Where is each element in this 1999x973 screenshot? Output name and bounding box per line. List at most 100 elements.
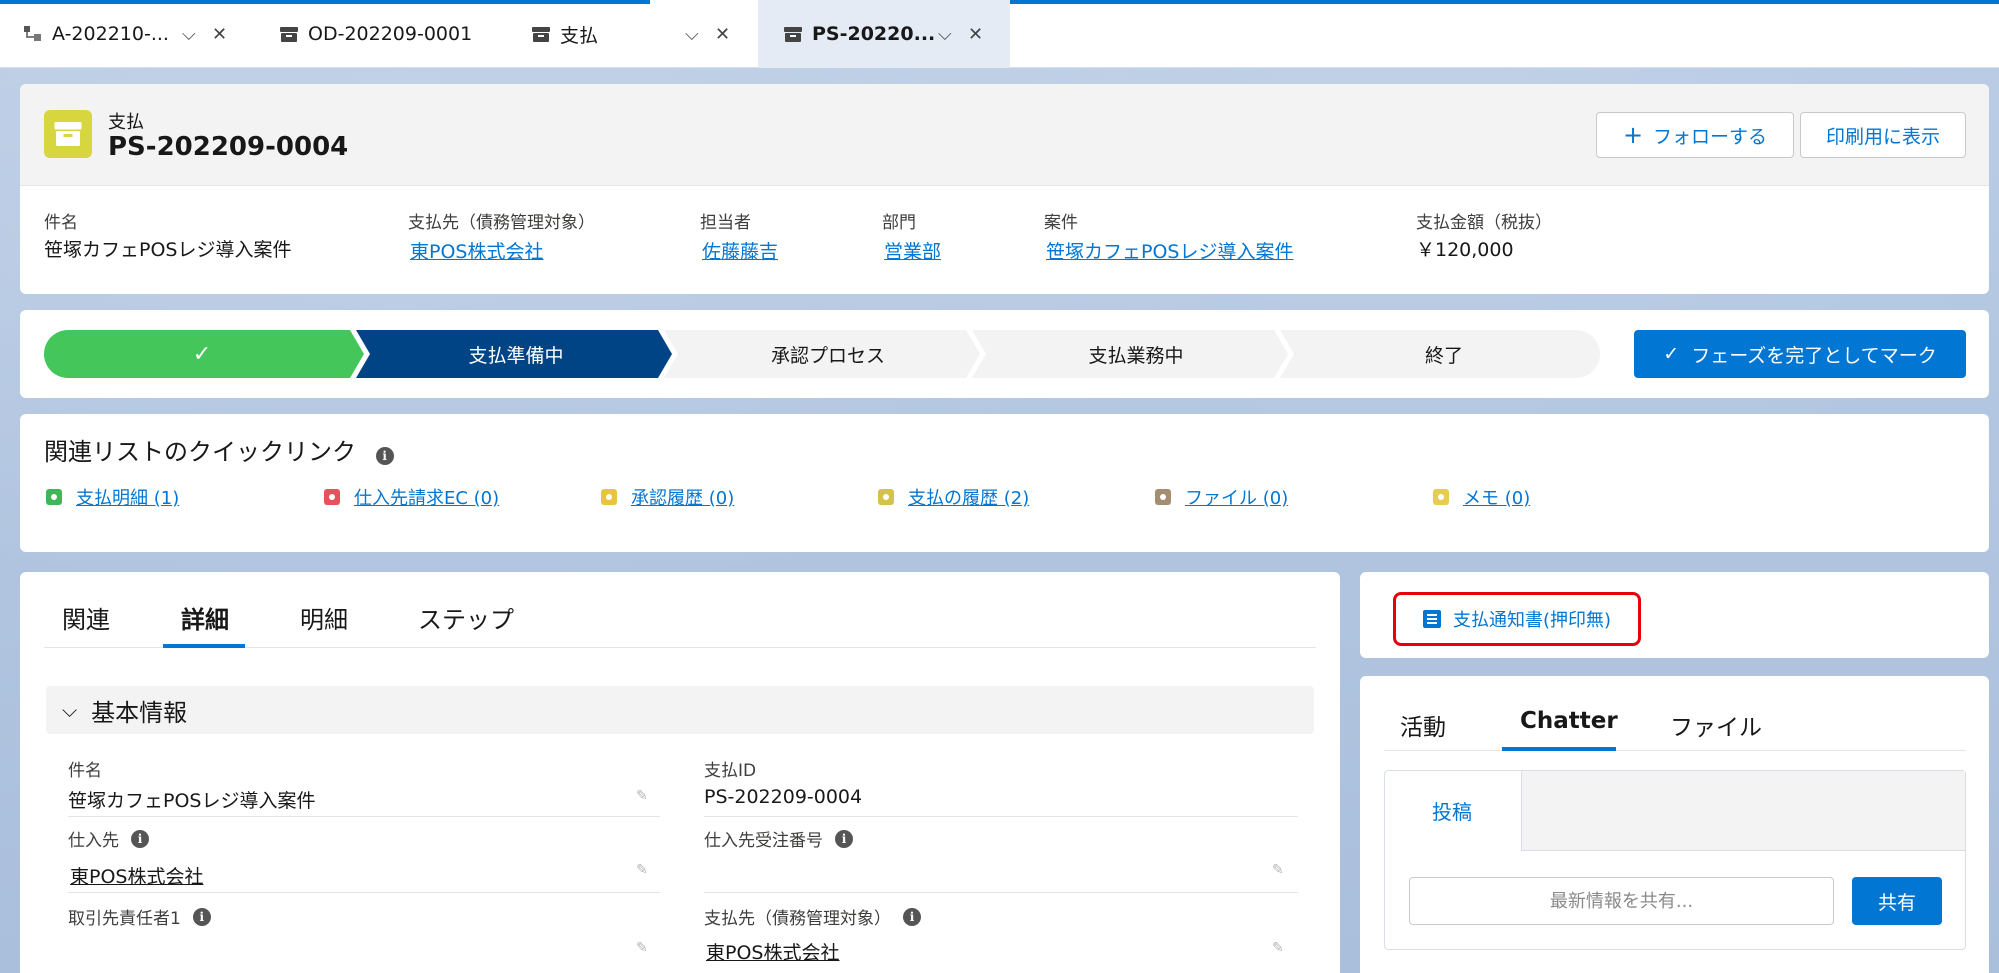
payee-link[interactable]: 東POS株式会社 — [410, 237, 543, 264]
field-label-text: 仕入先 — [68, 831, 119, 851]
field-label-text: 取引先責任者1 — [68, 909, 181, 929]
tab-payment[interactable]: 支払 ⌵ ✕ — [530, 0, 745, 68]
supplier-link[interactable]: 東POS株式会社 — [70, 862, 203, 889]
quick-link-notes[interactable]: メモ (0) — [1433, 484, 1530, 510]
edit-pencil-icon[interactable]: ✎ — [1272, 940, 1284, 956]
field-label: 件名 — [68, 761, 102, 781]
path-step-complete[interactable]: ✓ — [44, 330, 360, 378]
info-icon[interactable]: i — [375, 447, 394, 465]
info-icon[interactable]: i — [131, 829, 149, 848]
close-icon[interactable]: ✕ — [968, 24, 983, 45]
path-step[interactable]: 承認プロセス — [672, 330, 984, 378]
payment-notice-button[interactable]: 支払通知書(押印無) — [1393, 592, 1641, 646]
archive-icon — [878, 489, 894, 505]
tab-a-202210[interactable]: A-202210-... ⌵ ✕ — [22, 0, 252, 68]
tab-label: A-202210-... — [52, 23, 169, 45]
object-type-label: 支払 — [108, 112, 144, 133]
quick-link-files[interactable]: ファイル (0) — [1155, 484, 1288, 510]
quick-links-title-text: 関連リストのクイックリンク — [44, 438, 356, 466]
quick-link-label: 承認履歴 (0) — [631, 488, 735, 509]
workspace-tab-bar: A-202210-... ⌵ ✕ OD-202209-0001 支払 ⌵ ✕ P… — [0, 0, 1999, 68]
publisher-tab-strip — [1521, 771, 1965, 851]
path-step-current[interactable]: 支払準備中 — [360, 330, 672, 378]
highlight-label: 部門 — [882, 213, 916, 233]
chevron-down-icon: ⌵ — [62, 698, 78, 722]
payee-link[interactable]: 東POS株式会社 — [706, 938, 839, 965]
highlight-label: 支払金額（税抜） — [1416, 213, 1552, 233]
chevron-down-icon[interactable]: ⌵ — [938, 24, 952, 45]
quick-link-payment-history[interactable]: 支払の履歴 (2) — [878, 484, 1029, 510]
section-basic-info[interactable]: ⌵ 基本情報 — [46, 686, 1314, 734]
active-tab-indicator — [1502, 747, 1616, 751]
print-label: 印刷用に表示 — [1825, 125, 1940, 148]
info-icon[interactable]: i — [192, 907, 211, 926]
tab-od-202209-0001[interactable]: OD-202209-0001 — [278, 0, 518, 68]
tab-chatter[interactable]: Chatter — [1520, 708, 1618, 734]
edit-pencil-icon[interactable]: ✎ — [636, 940, 648, 956]
edit-pencil-icon[interactable]: ✎ — [636, 862, 648, 878]
active-tab-indicator — [163, 644, 245, 648]
field-divider — [704, 816, 1298, 817]
check-icon: ✓ — [1663, 343, 1680, 365]
document-icon — [1422, 610, 1441, 628]
tab-activity[interactable]: 活動 — [1400, 708, 1446, 742]
tab-related[interactable]: 関連 — [62, 600, 110, 635]
tab-divider — [1384, 750, 1966, 751]
field-label: 仕入先受注番号 i — [704, 826, 853, 851]
follow-label: フォローする — [1653, 125, 1768, 148]
opportunity-link[interactable]: 笹塚カフェPOSレジ導入案件 — [1046, 237, 1293, 264]
note-icon — [1433, 489, 1449, 505]
field-label: 仕入先 i — [68, 826, 149, 851]
archive-icon — [530, 23, 552, 45]
owner-link[interactable]: 佐藤藤吉 — [702, 237, 778, 264]
approval-icon — [601, 489, 617, 505]
payment-notice-label: 支払通知書(押印無) — [1452, 610, 1612, 631]
printable-view-button[interactable]: 印刷用に表示 — [1800, 112, 1966, 158]
plus-icon: + — [1622, 121, 1644, 149]
info-icon[interactable]: i — [903, 907, 921, 926]
tab-steps[interactable]: ステップ — [418, 600, 514, 635]
tab-label: PS-20220... — [812, 23, 936, 45]
edit-pencil-icon[interactable]: ✎ — [1272, 862, 1284, 878]
tab-details[interactable]: 詳細 — [181, 600, 229, 635]
share-update-input[interactable] — [1409, 877, 1834, 925]
field-label: 支払先（債務管理対象） i — [704, 904, 921, 929]
follow-button[interactable]: + フォローする — [1596, 112, 1794, 158]
close-icon[interactable]: ✕ — [212, 24, 227, 45]
path-step[interactable]: 支払業務中 — [980, 330, 1292, 378]
mark-stage-complete-button[interactable]: ✓ フェーズを完了としてマーク — [1634, 330, 1966, 378]
edit-pencil-icon[interactable]: ✎ — [636, 788, 648, 804]
chevron-down-icon[interactable]: ⌵ — [182, 24, 196, 45]
tab-files[interactable]: ファイル — [1670, 708, 1762, 742]
field-label-text: 支払先（債務管理対象） — [704, 909, 891, 929]
tab-label: OD-202209-0001 — [308, 23, 473, 45]
close-icon[interactable]: ✕ — [715, 24, 730, 45]
record-title: PS-202209-0004 — [108, 132, 349, 162]
highlight-label: 支払先（債務管理対象） — [408, 213, 595, 233]
path-step[interactable]: 終了 — [1288, 330, 1600, 378]
highlight-label: 件名 — [44, 213, 78, 233]
file-icon — [1155, 489, 1171, 505]
field-divider — [68, 816, 660, 817]
field-value: PS-202209-0004 — [704, 786, 863, 808]
section-title: 基本情報 — [91, 698, 188, 727]
payment-detail-icon — [46, 489, 62, 505]
quick-link-approval-history[interactable]: 承認履歴 (0) — [601, 484, 734, 510]
share-button[interactable]: 共有 — [1852, 877, 1942, 925]
info-icon[interactable]: i — [835, 829, 853, 848]
tab-line-items[interactable]: 明細 — [300, 600, 348, 635]
tab-label: 支払 — [560, 24, 599, 47]
tab-ps-20220[interactable]: PS-20220... ⌵ ✕ — [758, 0, 1010, 68]
quick-link-supplier-invoice[interactable]: 仕入先請求EC (0) — [324, 484, 499, 510]
check-icon: ✓ — [192, 341, 212, 367]
highlight-value: ￥120,000 — [1416, 239, 1514, 261]
quick-link-payment-details[interactable]: 支払明細 (1) — [46, 484, 179, 510]
quick-link-label: ファイル (0) — [1185, 488, 1289, 509]
archive-icon — [44, 110, 92, 158]
department-link[interactable]: 営業部 — [884, 237, 941, 264]
field-divider — [68, 892, 660, 893]
mark-complete-label: フェーズを完了としてマーク — [1691, 344, 1937, 367]
tab-post[interactable]: 投稿 — [1432, 796, 1472, 825]
tab-indicator — [975, 0, 1999, 4]
chevron-down-icon[interactable]: ⌵ — [685, 24, 699, 45]
